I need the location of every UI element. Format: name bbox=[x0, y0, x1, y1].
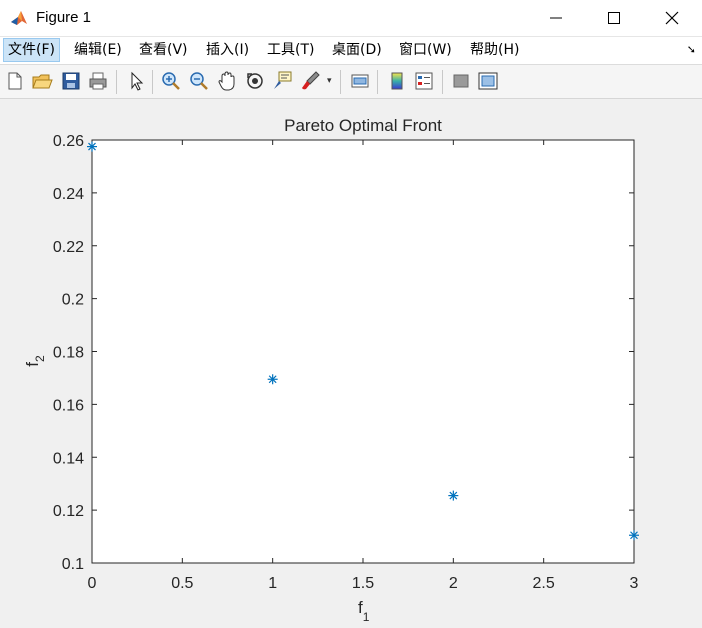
y-tick-label: 0.14 bbox=[53, 450, 84, 467]
x-tick-label: 2.5 bbox=[533, 575, 555, 592]
close-icon bbox=[665, 11, 679, 25]
show-plot-tools-icon[interactable] bbox=[477, 70, 499, 92]
new-figure-icon[interactable] bbox=[4, 70, 26, 92]
menu-view[interactable]: 查看(V) bbox=[135, 39, 192, 61]
y-tick-label: 0.2 bbox=[62, 292, 84, 309]
minimize-icon bbox=[550, 17, 562, 19]
menu-insert[interactable]: 插入(I) bbox=[202, 39, 253, 61]
y-axis-label-sub: 2 bbox=[33, 355, 47, 362]
rotate-3d-icon[interactable] bbox=[244, 70, 266, 92]
data-point-marker bbox=[267, 374, 278, 385]
window-title: Figure 1 bbox=[36, 9, 92, 26]
title-bar: Figure 1 bbox=[0, 0, 702, 37]
menu-bar: 文件(F) 编辑(E) 查看(V) 插入(I) 工具(T) 桌面(D) 窗口(W… bbox=[0, 37, 702, 65]
y-axis-label: f2 bbox=[23, 355, 47, 367]
axes-background[interactable] bbox=[92, 140, 634, 563]
maximize-button[interactable] bbox=[585, 0, 643, 36]
x-axis-label: f1 bbox=[358, 598, 370, 623]
zoom-out-icon[interactable] bbox=[188, 70, 210, 92]
menu-file[interactable]: 文件(F) bbox=[3, 38, 60, 62]
chart-title: Pareto Optimal Front bbox=[284, 116, 442, 135]
menu-tools[interactable]: 工具(T) bbox=[263, 39, 318, 61]
y-tick-label: 0.24 bbox=[53, 186, 84, 203]
link-plot-icon[interactable] bbox=[349, 70, 371, 92]
y-tick-label: 0.18 bbox=[53, 345, 84, 362]
zoom-in-icon[interactable] bbox=[160, 70, 182, 92]
dock-arrow-icon[interactable]: ➘ bbox=[687, 43, 696, 56]
menu-window[interactable]: 窗口(W) bbox=[395, 39, 456, 61]
minimize-button[interactable] bbox=[527, 0, 585, 36]
colorbar-icon[interactable] bbox=[386, 70, 408, 92]
legend-icon[interactable] bbox=[413, 70, 435, 92]
close-button[interactable] bbox=[643, 0, 701, 36]
toolbar-separator bbox=[377, 70, 378, 94]
menu-edit[interactable]: 编辑(E) bbox=[70, 39, 126, 61]
y-tick-label: 0.26 bbox=[53, 133, 84, 150]
toolbar-separator bbox=[340, 70, 341, 94]
x-tick-label: 0 bbox=[88, 575, 97, 592]
figure-toolbar: ▾ bbox=[0, 65, 702, 99]
scatter-chart: 0 0.5 1 1.5 2 2.5 3 0.1 0.12 0.14 0.16 0.18 0.2 0.22 0… bbox=[23, 116, 639, 624]
x-tick-label: 0.5 bbox=[171, 575, 193, 592]
figure-canvas: 0 0.5 1 1.5 2 2.5 3 0.1 0.12 0.14 0.16 0.18 0.2 0.22 0… bbox=[0, 99, 702, 624]
print-icon[interactable] bbox=[87, 70, 109, 92]
menu-help[interactable]: 帮助(H) bbox=[466, 39, 523, 61]
y-tick-label: 0.22 bbox=[53, 239, 84, 256]
toolbar-separator bbox=[152, 70, 153, 94]
y-tick-label: 0.12 bbox=[53, 503, 84, 520]
y-tick-label: 0.1 bbox=[62, 556, 84, 573]
x-tick-label: 1 bbox=[268, 575, 277, 592]
data-cursor-icon[interactable] bbox=[271, 70, 293, 92]
brush-dropdown-arrow[interactable]: ▾ bbox=[327, 75, 332, 86]
brush-icon[interactable] bbox=[299, 70, 321, 92]
x-axis-label-sub: 1 bbox=[363, 610, 370, 623]
matlab-logo-icon bbox=[11, 11, 27, 25]
maximize-icon bbox=[608, 12, 620, 24]
pan-hand-icon[interactable] bbox=[216, 70, 238, 92]
y-tick-label: 0.16 bbox=[53, 397, 84, 414]
x-tick-label: 3 bbox=[630, 575, 639, 592]
data-point-marker bbox=[448, 490, 459, 501]
toolbar-separator bbox=[116, 70, 117, 94]
pointer-icon[interactable] bbox=[125, 70, 147, 92]
hide-plot-tools-icon[interactable] bbox=[450, 70, 472, 92]
x-tick-label: 1.5 bbox=[352, 575, 374, 592]
x-tick-label: 2 bbox=[449, 575, 458, 592]
open-file-icon[interactable] bbox=[31, 70, 53, 92]
data-point-marker bbox=[87, 141, 97, 152]
toolbar-separator bbox=[442, 70, 443, 94]
menu-desktop[interactable]: 桌面(D) bbox=[328, 39, 386, 61]
save-icon[interactable] bbox=[60, 70, 82, 92]
